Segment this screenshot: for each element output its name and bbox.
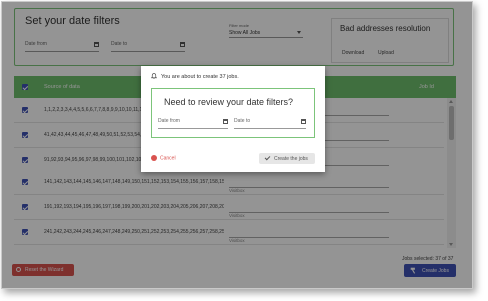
create-the-jobs-button[interactable]: Create the jobs [259, 153, 315, 164]
create-the-jobs-label: Create the jobs [274, 156, 308, 162]
dialog-notice: You are about to create 37 jobs. [161, 74, 239, 80]
dialog-title: Need to review your date filters? [164, 97, 294, 107]
cancel-icon [151, 155, 157, 161]
calendar-icon[interactable] [301, 119, 306, 124]
cancel-button[interactable]: Cancel [151, 155, 176, 161]
calendar-icon[interactable] [223, 119, 228, 124]
check-icon [264, 154, 271, 161]
app-window: Set your date filters Date from Date to … [1, 1, 473, 289]
cancel-label: Cancel [160, 155, 176, 162]
dialog-date-from-label: Date from [158, 118, 180, 124]
confirm-create-jobs-dialog: You are about to create 37 jobs. Need to… [141, 66, 325, 172]
dialog-date-to-label: Date to [234, 118, 251, 124]
dialog-date-from-field[interactable]: Date from [158, 118, 228, 129]
bell-icon [151, 73, 157, 79]
dialog-date-to-field[interactable]: Date to [234, 118, 306, 129]
dialog-date-filter-panel: Need to review your date filters? Date f… [151, 88, 315, 138]
